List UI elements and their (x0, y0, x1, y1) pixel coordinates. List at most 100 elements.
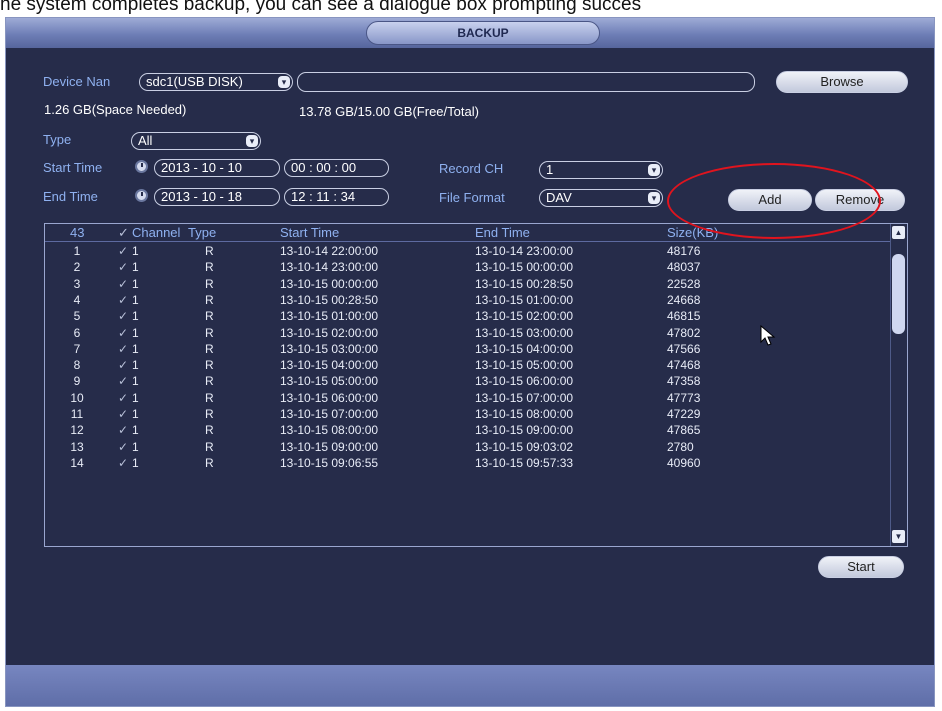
check-icon[interactable]: ✓ (118, 390, 128, 406)
check-icon[interactable]: ✓ (118, 455, 128, 471)
backup-path-input[interactable] (297, 72, 755, 92)
row-size: 22528 (667, 276, 701, 291)
row-channel: 1 (132, 407, 139, 421)
device-name-label: Device Nan (43, 74, 111, 89)
table-row[interactable]: ✓ 1 1 R 13-10-14 22:00:00 13-10-14 23:00:00 48… (45, 243, 891, 259)
end-date-input[interactable]: 2013 - 10 - 18 (154, 188, 280, 206)
device-select[interactable]: sdc1(USB DISK) ▾ (139, 73, 293, 91)
row-channel: 1 (132, 244, 139, 258)
header-start-time: Start Time (280, 225, 340, 240)
file-list-table: 43 ✓ Channel Type Start Time End Time Si… (44, 223, 908, 547)
table-row[interactable]: ✓ 12 1 R 13-10-15 08:00:00 13-10-15 09:00:00 4… (45, 422, 891, 438)
check-icon[interactable]: ✓ (118, 225, 129, 241)
table-row[interactable]: ✓ 8 1 R 13-10-15 04:00:00 13-10-15 05:00:00 47… (45, 357, 891, 373)
annotation-circle (667, 163, 881, 239)
table-row[interactable]: ✓ 14 1 R 13-10-15 09:06:55 13-10-15 09:57:33 4… (45, 455, 891, 471)
row-end-time: 13-10-15 09:03:02 (475, 439, 574, 454)
row-size: 24668 (667, 292, 701, 307)
row-start-time: 13-10-14 22:00:00 (280, 244, 379, 258)
row-number: 11 (70, 407, 84, 421)
row-size: 2780 (667, 439, 694, 454)
backup-window: BACKUP Device Nan sdc1(USB DISK) ▾ Brows… (5, 17, 935, 707)
row-end-time: 13-10-15 06:00:00 (475, 374, 574, 389)
start-button[interactable]: Start (818, 556, 904, 578)
row-end-time: 13-10-15 02:00:00 (475, 309, 574, 324)
table-row[interactable]: ✓ 5 1 R 13-10-15 01:00:00 13-10-15 02:00:00 46… (45, 308, 891, 324)
check-icon[interactable]: ✓ (118, 259, 128, 275)
row-end-time: 13-10-15 04:00:00 (475, 341, 574, 356)
chevron-down-icon: ▾ (278, 76, 290, 88)
row-end-time: 13-10-15 09:57:33 (475, 455, 574, 470)
row-channel: 1 (132, 325, 139, 340)
check-icon[interactable]: ✓ (118, 325, 128, 341)
row-number: 7 (73, 341, 81, 356)
chevron-down-icon: ▾ (648, 192, 660, 204)
row-start-time: 13-10-15 07:00:00 (280, 407, 379, 421)
start-date-input[interactable]: 2013 - 10 - 10 (154, 159, 280, 177)
scroll-up-icon[interactable]: ▲ (892, 226, 905, 239)
check-icon[interactable]: ✓ (118, 243, 128, 259)
row-size: 46815 (667, 309, 701, 324)
record-ch-value: 1 (546, 162, 554, 177)
check-icon[interactable]: ✓ (118, 357, 128, 373)
type-select-value: All (138, 133, 153, 148)
check-icon[interactable]: ✓ (118, 439, 128, 455)
check-icon[interactable]: ✓ (118, 406, 128, 422)
table-row[interactable]: ✓ 13 1 R 13-10-15 09:00:00 13-10-15 09:03:02 2… (45, 439, 891, 455)
row-number: 9 (73, 374, 81, 389)
row-start-time: 13-10-15 09:06:55 (280, 455, 379, 470)
scroll-thumb[interactable] (892, 254, 905, 334)
row-channel: 1 (132, 455, 139, 470)
row-end-time: 13-10-15 00:28:50 (475, 276, 574, 291)
row-size: 48176 (667, 244, 701, 258)
row-end-time: 13-10-15 09:00:00 (475, 423, 574, 438)
check-icon[interactable]: ✓ (118, 341, 128, 357)
check-icon[interactable]: ✓ (118, 292, 128, 308)
row-start-time: 13-10-15 04:00:00 (280, 358, 379, 373)
check-icon[interactable]: ✓ (118, 422, 128, 438)
row-channel: 1 (132, 390, 139, 405)
clock-icon[interactable] (135, 189, 148, 202)
row-type: R (205, 423, 214, 438)
row-number: 14 (70, 455, 84, 470)
table-row[interactable]: ✓ 3 1 R 13-10-15 00:00:00 13-10-15 00:28:50 22… (45, 276, 891, 292)
row-type: R (205, 309, 214, 324)
row-type: R (205, 455, 214, 470)
row-size: 47865 (667, 423, 701, 438)
row-number: 13 (70, 439, 84, 454)
row-channel: 1 (132, 276, 139, 291)
record-ch-label: Record CH (439, 161, 504, 176)
header-channel: Channel (132, 225, 181, 240)
row-number: 8 (73, 358, 81, 373)
header-count: 43 (70, 225, 85, 240)
header-type: Type (188, 225, 217, 240)
record-ch-select[interactable]: 1 ▾ (539, 161, 663, 179)
scroll-down-icon[interactable]: ▼ (892, 530, 905, 543)
table-row[interactable]: ✓ 10 1 R 13-10-15 06:00:00 13-10-15 07:00:00 4… (45, 390, 891, 406)
row-start-time: 13-10-15 03:00:00 (280, 341, 379, 356)
check-icon[interactable]: ✓ (118, 373, 128, 389)
row-end-time: 13-10-15 07:00:00 (475, 390, 574, 405)
row-size: 48037 (667, 260, 701, 275)
clock-icon[interactable] (135, 160, 148, 173)
type-select[interactable]: All ▾ (131, 132, 261, 150)
check-icon[interactable]: ✓ (118, 308, 128, 324)
scrollbar[interactable]: ▲ ▼ (890, 224, 907, 546)
table-row[interactable]: ✓ 11 1 R 13-10-15 07:00:00 13-10-15 08:00:00 4… (45, 406, 891, 422)
start-time-input[interactable]: 00 : 00 : 00 (284, 159, 389, 177)
free-total-space: 13.78 GB/15.00 GB(Free/Total) (299, 104, 479, 119)
row-start-time: 13-10-15 01:00:00 (280, 309, 379, 324)
end-time-input[interactable]: 12 : 11 : 34 (284, 188, 389, 206)
row-end-time: 13-10-14 23:00:00 (475, 244, 574, 258)
device-select-value: sdc1(USB DISK) (146, 74, 243, 89)
row-channel: 1 (132, 341, 139, 356)
browse-button[interactable]: Browse (776, 71, 908, 93)
check-icon[interactable]: ✓ (118, 276, 128, 292)
row-type: R (205, 292, 214, 307)
table-row[interactable]: ✓ 2 1 R 13-10-14 23:00:00 13-10-15 00:00:00 48… (45, 259, 891, 275)
table-row[interactable]: ✓ 4 1 R 13-10-15 00:28:50 13-10-15 01:00:00 24… (45, 292, 891, 308)
table-row[interactable]: ✓ 9 1 R 13-10-15 05:00:00 13-10-15 06:00:00 47… (45, 373, 891, 389)
row-channel: 1 (132, 439, 139, 454)
file-format-select[interactable]: DAV ▾ (539, 189, 663, 207)
row-type: R (205, 374, 214, 389)
